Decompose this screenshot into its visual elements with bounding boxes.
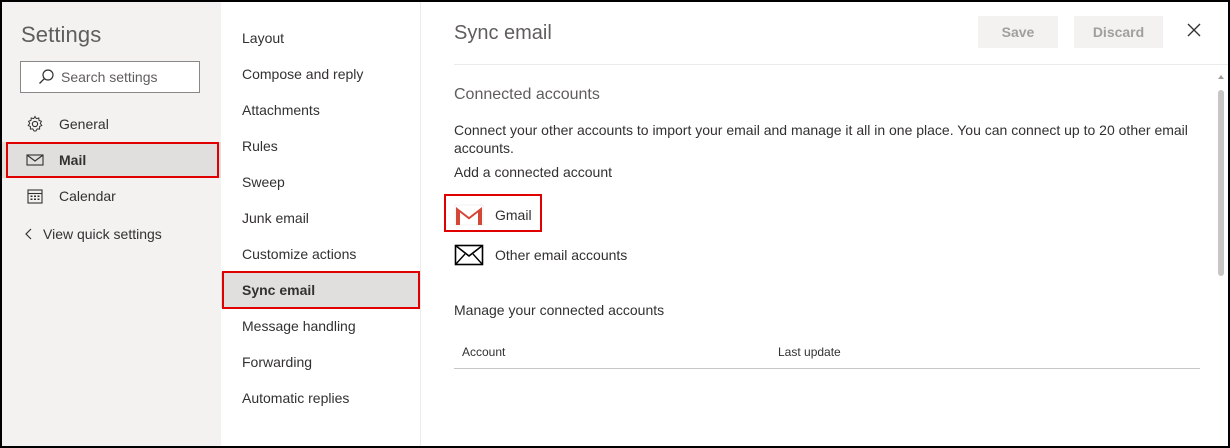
menu-item-message-handling[interactable]: Message handling bbox=[221, 308, 420, 344]
menu-item-automatic-replies[interactable]: Automatic replies bbox=[221, 380, 420, 416]
nav-item-general[interactable]: General bbox=[2, 106, 221, 142]
menu-item-sync-email[interactable]: Sync email bbox=[221, 272, 420, 308]
close-button[interactable] bbox=[1182, 20, 1206, 44]
gear-icon bbox=[26, 115, 44, 133]
gmail-label: Gmail bbox=[495, 207, 532, 223]
mail-icon bbox=[26, 151, 44, 169]
view-quick-settings-link[interactable]: View quick settings bbox=[2, 216, 221, 252]
other-email-accounts-label: Other email accounts bbox=[495, 247, 628, 263]
view-quick-settings-label: View quick settings bbox=[43, 226, 162, 242]
scrollbar-thumb[interactable] bbox=[1218, 90, 1224, 276]
settings-window: Settings General Mail Calendar bbox=[0, 0, 1230, 448]
title-divider bbox=[454, 64, 1228, 65]
mail-settings-menu: Layout Compose and reply Attachments Rul… bbox=[221, 2, 421, 446]
menu-item-sweep[interactable]: Sweep bbox=[221, 164, 420, 200]
nav-item-mail[interactable]: Mail bbox=[2, 142, 221, 178]
connected-accounts-description: Connect your other accounts to import yo… bbox=[454, 122, 1188, 156]
menu-item-attachments[interactable]: Attachments bbox=[221, 92, 420, 128]
panel-scrollbar[interactable] bbox=[1216, 68, 1226, 446]
scroll-up-arrow-icon[interactable] bbox=[1217, 68, 1225, 79]
menu-item-rules[interactable]: Rules bbox=[221, 128, 420, 164]
panel-title: Sync email bbox=[454, 22, 552, 44]
envelope-icon bbox=[454, 242, 484, 268]
menu-item-compose-and-reply[interactable]: Compose and reply bbox=[221, 56, 420, 92]
chevron-left-icon bbox=[24, 225, 34, 243]
accounts-table-header: Account Last update bbox=[454, 335, 1200, 369]
search-settings-input[interactable] bbox=[61, 69, 191, 85]
manage-connected-accounts-label: Manage your connected accounts bbox=[454, 302, 665, 318]
gmail-option[interactable]: Gmail bbox=[454, 200, 532, 230]
menu-item-forwarding[interactable]: Forwarding bbox=[221, 344, 420, 380]
nav-item-label: Mail bbox=[59, 152, 87, 168]
section-title-connected-accounts: Connected accounts bbox=[454, 86, 600, 103]
menu-item-junk-email[interactable]: Junk email bbox=[221, 200, 420, 236]
gmail-icon bbox=[454, 202, 484, 228]
nav-item-label: Calendar bbox=[59, 188, 116, 204]
search-settings-box[interactable] bbox=[20, 61, 200, 93]
nav-item-calendar[interactable]: Calendar bbox=[2, 178, 221, 214]
close-icon bbox=[1187, 23, 1201, 42]
calendar-icon bbox=[26, 187, 44, 205]
sync-email-panel: Sync email Save Discard Connected accoun… bbox=[422, 2, 1228, 446]
column-header-last-update: Last update bbox=[778, 345, 841, 359]
settings-title: Settings bbox=[21, 22, 102, 47]
search-icon bbox=[37, 68, 55, 86]
discard-button[interactable]: Discard bbox=[1074, 16, 1163, 48]
settings-nav-pane: Settings General Mail Calendar bbox=[2, 2, 221, 446]
menu-item-layout[interactable]: Layout bbox=[221, 20, 420, 56]
save-button[interactable]: Save bbox=[978, 16, 1058, 48]
nav-item-label: General bbox=[59, 116, 109, 132]
column-header-account: Account bbox=[462, 345, 506, 359]
menu-item-customize-actions[interactable]: Customize actions bbox=[221, 236, 420, 272]
add-connected-account-label: Add a connected account bbox=[454, 164, 613, 180]
other-email-accounts-option[interactable]: Other email accounts bbox=[454, 240, 627, 270]
